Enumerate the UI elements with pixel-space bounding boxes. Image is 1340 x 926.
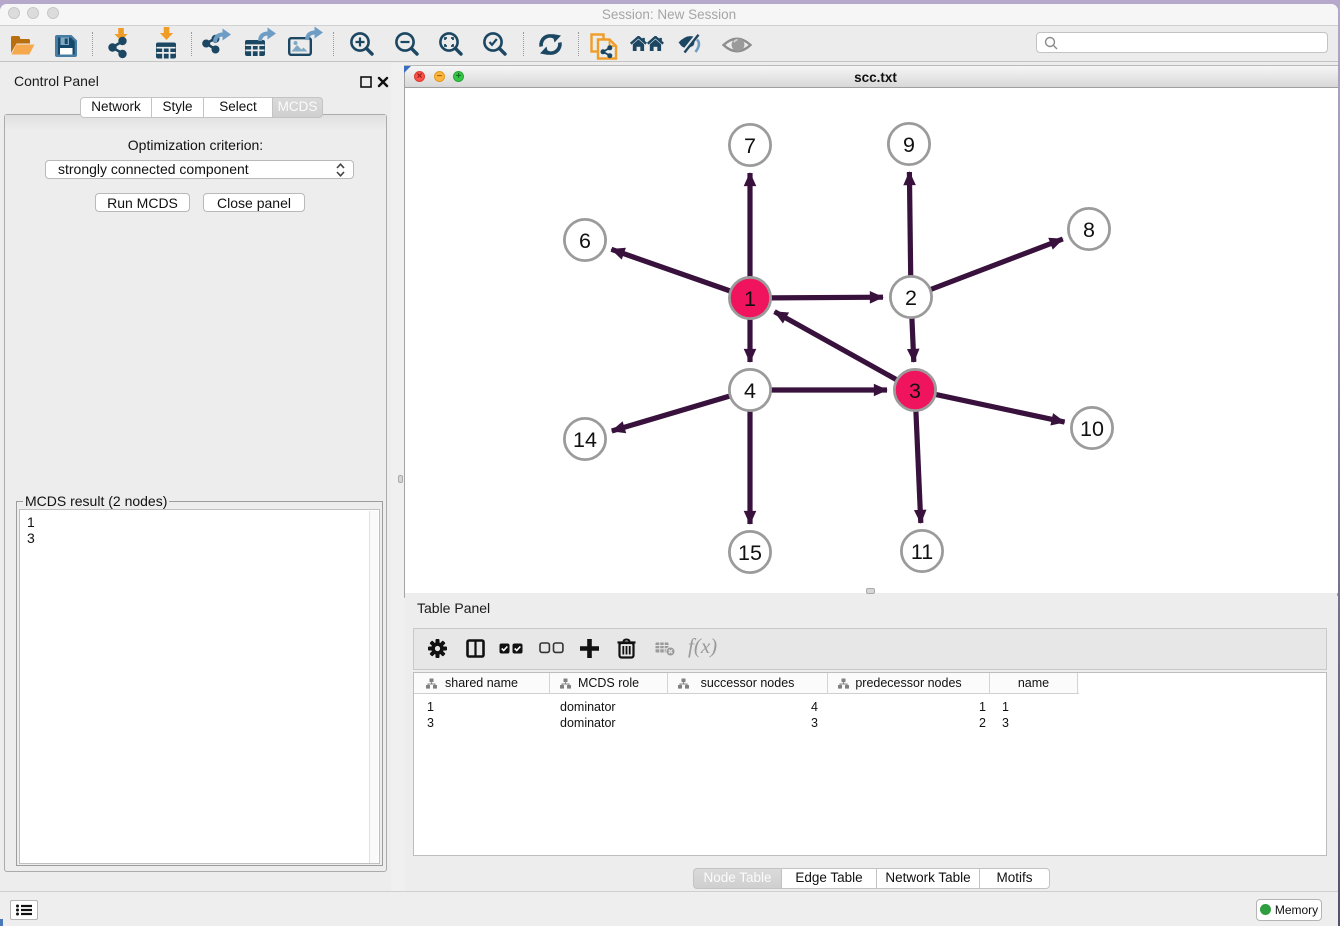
svg-text:2: 2 (905, 286, 917, 310)
svg-text:10: 10 (1080, 417, 1104, 441)
svg-text:7: 7 (744, 134, 756, 158)
svg-text:14: 14 (573, 428, 597, 452)
svg-text:9: 9 (903, 133, 915, 157)
svg-text:4: 4 (744, 379, 756, 403)
svg-text:1: 1 (744, 287, 756, 311)
svg-text:6: 6 (579, 229, 591, 253)
svg-text:15: 15 (738, 541, 762, 565)
svg-text:3: 3 (909, 379, 921, 403)
svg-text:11: 11 (911, 540, 933, 564)
svg-text:8: 8 (1083, 218, 1095, 242)
